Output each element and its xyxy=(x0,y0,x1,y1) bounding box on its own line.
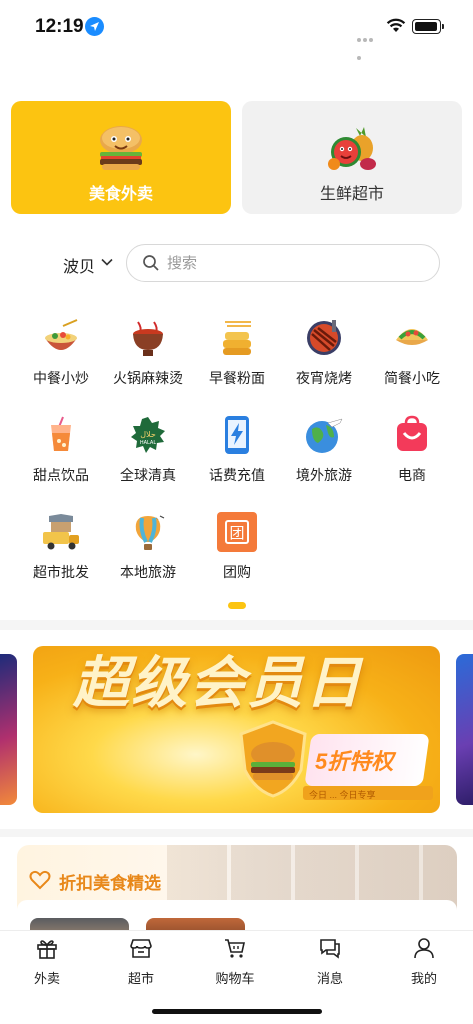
banner-subtext: 今日 ... 今日专享 xyxy=(309,790,376,800)
category-item[interactable]: 早餐粉面 xyxy=(191,318,283,398)
nav-item-messages[interactable]: 消息 xyxy=(283,931,377,991)
burger-shield-icon xyxy=(239,720,307,798)
category-item[interactable]: 夜宵烧烤 xyxy=(278,318,370,398)
nav-item-cart[interactable]: 购物车 xyxy=(188,931,282,991)
nav-label: 消息 xyxy=(316,971,343,986)
profile-icon xyxy=(414,938,434,959)
svg-text:团: 团 xyxy=(229,524,244,542)
category-label: 话费充值 xyxy=(209,467,265,483)
tab-food-delivery[interactable]: 美食外卖 xyxy=(11,101,231,214)
hotpot-icon xyxy=(133,321,163,356)
banner-title: 超级会员日 xyxy=(73,651,363,714)
banner-prev-slide[interactable] xyxy=(0,654,17,805)
discount-section-title: 折扣美食精选 xyxy=(59,874,161,893)
drink-icon xyxy=(51,416,71,451)
banner-next-slide[interactable] xyxy=(456,654,473,805)
category-label: 全球清真 xyxy=(120,467,176,483)
category-label: 境外旅游 xyxy=(296,467,352,483)
status-bar: 12:19 xyxy=(0,0,473,60)
category-label: 早餐粉面 xyxy=(209,370,265,386)
tab-fresh-market[interactable]: 生鲜超市 xyxy=(242,101,462,214)
hot-air-balloon-icon xyxy=(135,515,165,550)
category-label: 团购 xyxy=(223,564,251,580)
category-item[interactable]: 团 团购 xyxy=(191,512,283,592)
section-divider xyxy=(0,829,473,837)
category-item[interactable]: 话费充值 xyxy=(191,415,283,495)
salad-bowl-icon xyxy=(45,319,78,350)
status-time: 12:19 xyxy=(35,16,84,37)
store-icon xyxy=(130,939,152,958)
delivery-truck-icon xyxy=(43,514,79,550)
chevron-down-icon[interactable] xyxy=(100,257,114,267)
gift-icon xyxy=(37,940,57,959)
category-item[interactable]: 本地旅游 xyxy=(102,512,194,592)
message-icon xyxy=(320,939,340,959)
nav-label: 购物车 xyxy=(215,971,255,986)
fruit-basket-icon xyxy=(328,127,376,170)
nav-label: 超市 xyxy=(127,971,154,986)
search-icon xyxy=(143,255,159,271)
battery-icon xyxy=(412,19,444,34)
category-label: 电商 xyxy=(398,467,426,483)
cart-icon xyxy=(225,939,245,958)
nav-item-takeout[interactable]: 外卖 xyxy=(0,931,94,991)
halal-icon: حلال HALAL xyxy=(131,417,165,453)
tab-label: 美食外卖 xyxy=(88,186,153,203)
page-indicator xyxy=(228,602,246,609)
nav-label: 外卖 xyxy=(33,971,60,986)
category-label: 火锅麻辣烫 xyxy=(113,370,183,386)
signal-dots-icon xyxy=(357,29,379,60)
heart-icon xyxy=(29,870,51,890)
category-label: 甜点饮品 xyxy=(33,467,89,483)
search-bar[interactable] xyxy=(126,244,440,282)
globe-plane-icon xyxy=(306,418,343,453)
category-label: 超市批发 xyxy=(33,564,89,580)
search-input[interactable] xyxy=(167,245,427,281)
section-divider xyxy=(0,620,473,630)
grill-icon xyxy=(307,320,341,355)
location-arrow-icon xyxy=(85,17,104,36)
burger-icon xyxy=(100,126,142,170)
category-label: 简餐小吃 xyxy=(384,370,440,386)
category-item[interactable]: 火锅麻辣烫 xyxy=(102,318,194,398)
category-item[interactable]: 中餐小炒 xyxy=(15,318,107,398)
category-item[interactable]: حلال HALAL 全球清真 xyxy=(102,415,194,495)
home-indicator xyxy=(152,1009,322,1014)
category-item[interactable]: 境外旅游 xyxy=(278,415,370,495)
group-buy-icon: 团 xyxy=(217,512,257,552)
category-label: 中餐小炒 xyxy=(33,370,89,386)
category-label: 夜宵烧烤 xyxy=(296,370,352,386)
nav-item-profile[interactable]: 我的 xyxy=(377,931,471,991)
banner-badge: 5折特权 xyxy=(315,749,394,774)
category-item[interactable]: 简餐小吃 xyxy=(366,318,458,398)
svg-text:حلال: حلال xyxy=(140,430,156,439)
category-item[interactable]: 甜点饮品 xyxy=(15,415,107,495)
wifi-icon xyxy=(386,18,406,32)
noodle-steamer-icon xyxy=(223,321,251,355)
tab-label: 生鲜超市 xyxy=(319,186,384,203)
location-selector[interactable]: 波贝 xyxy=(63,253,95,277)
svg-text:HALAL: HALAL xyxy=(140,440,157,446)
category-item[interactable]: 电商 xyxy=(366,415,458,495)
shopping-bag-icon xyxy=(397,415,427,451)
nav-label: 我的 xyxy=(410,971,437,986)
category-item[interactable]: 超市批发 xyxy=(15,512,107,592)
phone-charge-icon xyxy=(225,416,249,454)
nav-item-supermarket[interactable]: 超市 xyxy=(94,931,188,991)
category-label: 本地旅游 xyxy=(120,564,176,580)
taco-icon xyxy=(396,329,428,345)
promo-banner[interactable]: 超级会员日 5折特权 今日 ... 今日专享 xyxy=(33,646,440,813)
